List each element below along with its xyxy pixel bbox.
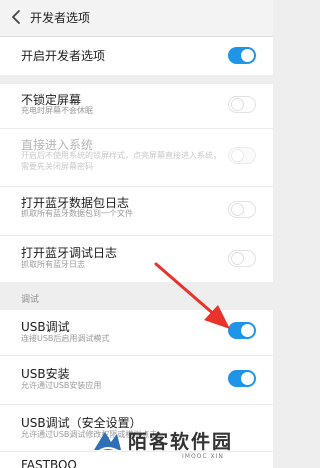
annotation-arrow [154,262,230,329]
settings-list-card: 不锁定屏幕 充电时屏幕不会休眠 直接进入系统 开启后不使用系统的锁屏样式，点亮屏… [0,84,273,282]
bt-hci-log-row[interactable]: 打开蓝牙数据包日志 抓取所有蓝牙数据包到一个文件 [0,187,273,235]
fastboot-title: FASTBOO [21,458,77,468]
direct-boot-toggle [228,147,256,164]
stay-awake-row[interactable]: 不锁定屏幕 充电时屏幕不会休眠 [0,84,273,128]
stay-awake-toggle[interactable] [228,96,256,113]
bt-hci-log-toggle[interactable] [228,201,256,218]
developer-options-screen: 开发者选项 开启开发者选项 不锁定屏幕 充电时屏幕不会休眠 直接进入系统 开启后… [0,0,273,468]
usb-install-toggle[interactable] [228,370,256,387]
developer-options-row[interactable]: 开启开发者选项 [0,37,273,75]
app-bar: 开发者选项 [0,0,273,37]
developer-options-toggle[interactable] [228,47,256,64]
watermark-name: 陌客软件园 [128,431,234,453]
toggle-knob [231,149,244,162]
back-icon[interactable] [9,8,25,26]
toggle-knob [241,372,254,385]
watermark-sub: IMOOC XIN [182,453,224,460]
stay-awake-subtitle: 充电时屏幕不会休眠 [21,106,93,115]
toggle-knob [231,203,244,216]
bt-debug-log-title: 打开蓝牙调试日志 [21,246,118,260]
debug-section-label: 调试 [21,295,40,305]
watermark-logo-icon [94,432,121,453]
page-title: 开发者选项 [30,11,91,25]
toggle-knob [241,49,254,62]
toggle-knob [231,98,244,111]
developer-options-title: 开启开发者选项 [21,49,106,63]
usb-install-subtitle: 允许通过USB安装应用 [21,381,102,390]
developer-switch-card: 开启开发者选项 [0,37,273,75]
usb-install-title: USB安装 [21,367,70,381]
direct-boot-subtitle: 开启后不使用系统的锁屏样式，点亮屏幕直接进入系统，需要先关闭屏幕密码 [21,151,221,171]
toggle-knob [241,324,254,337]
bt-hci-log-subtitle: 抓取所有蓝牙数据包到一个文件 [21,209,133,218]
site-watermark: 陌客软件园 IMOOC XIN [82,418,273,468]
direct-boot-row: 直接进入系统 开启后不使用系统的锁屏样式，点亮屏幕直接进入系统，需要先关闭屏幕密… [0,129,273,186]
usb-install-row[interactable]: USB安装 允许通过USB安装应用 [0,356,273,404]
usb-debugging-title: USB调试 [21,320,70,334]
